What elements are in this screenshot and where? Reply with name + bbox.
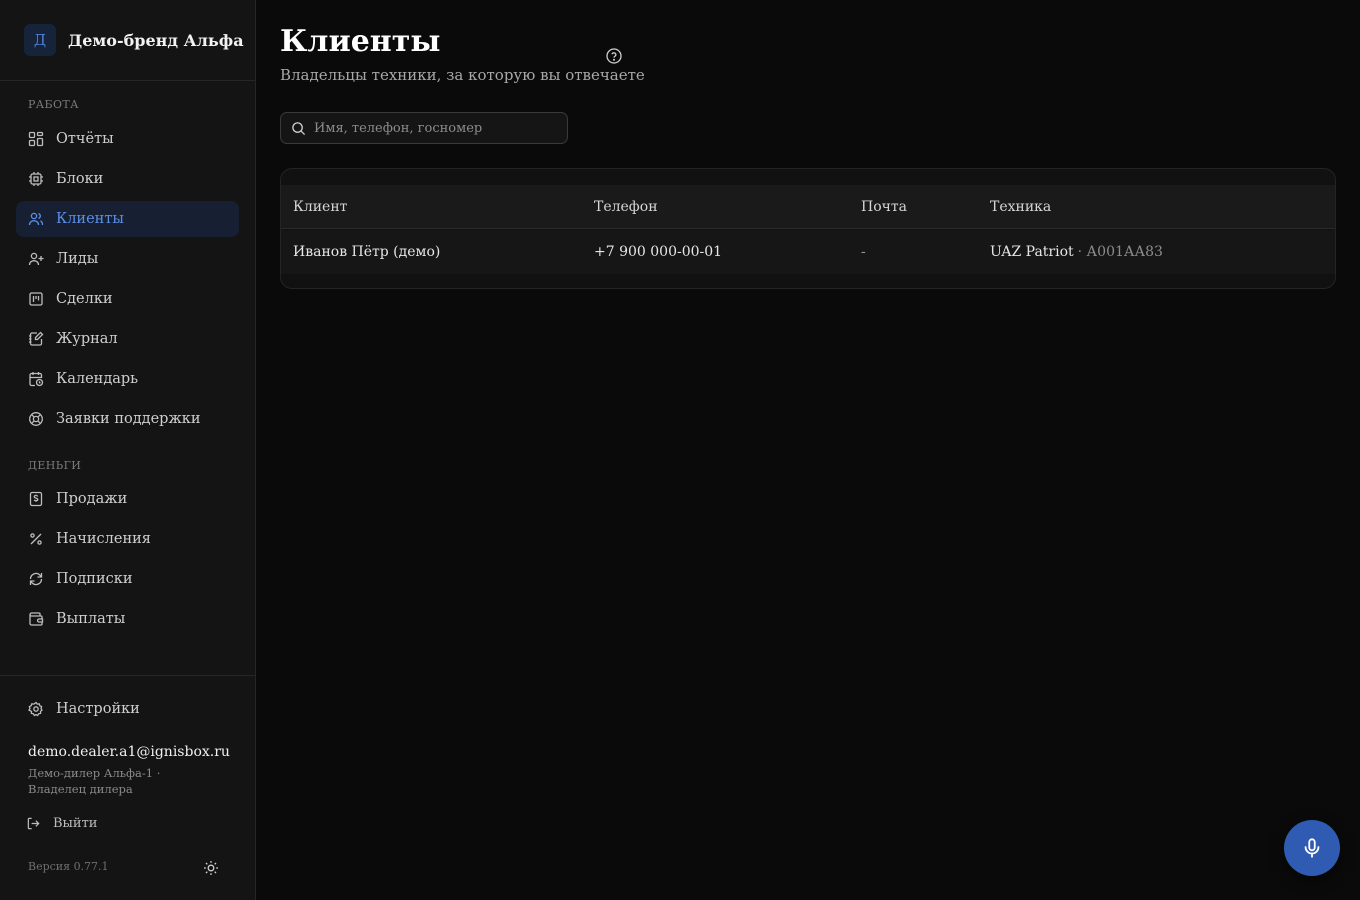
percent-icon [28,531,44,547]
sidebar-item-label: Заявки поддержки [56,411,201,427]
sidebar-item-label: Журнал [56,331,118,347]
sidebar-item-label: Календарь [56,371,139,387]
client-phone: +7 900 000-00-01 [594,244,723,260]
vehicle-model: UAZ Patriot [990,244,1074,260]
logout-button[interactable]: Выйти [26,816,97,831]
voice-input-button[interactable] [1284,820,1340,876]
life-buoy-icon [28,411,44,427]
sidebar-item-sales[interactable]: Продажи [16,481,239,517]
sun-icon [203,860,219,876]
sidebar-item-label: Блоки [56,171,104,187]
search-box [280,112,568,144]
column-header-phone[interactable]: Телефон [594,185,658,229]
sidebar-item-journal[interactable]: Журнал [16,321,239,357]
sidebar-item-payouts[interactable]: Выплаты [16,601,239,637]
sidebar-item-label: Подписки [56,571,133,587]
page-subtitle: Владельцы техники, за которую вы отвечае… [280,66,645,84]
sidebar-item-support[interactable]: Заявки поддержки [16,401,239,437]
chip-icon [28,171,44,187]
sidebar-item-settings[interactable]: Настройки [16,691,239,727]
user-role: Демо-дилер Альфа-1 · Владелец дилера [28,766,161,796]
user-email: demo.dealer.a1@ignisbox.ru [28,744,230,760]
app-version: Версия 0.77.1 [28,860,109,873]
notebook-pen-icon [28,331,44,347]
sidebar-item-label: Выплаты [56,611,126,627]
dashboard-icon [28,131,44,147]
sidebar-item-leads[interactable]: Лиды [16,241,239,277]
sidebar-item-label: Отчёты [56,131,114,147]
brand-name: Демо-бренд Альфа [68,30,244,50]
refresh-icon [28,571,44,587]
sidebar-item-label: Сделки [56,291,113,307]
sidebar-item-label: Продажи [56,491,128,507]
vehicle-plate: · А001АА83 [1077,244,1163,260]
logout-icon [26,816,41,831]
help-icon[interactable] [605,47,623,65]
wallet-icon [28,611,44,627]
client-name: Иванов Пётр (демо) [293,244,441,260]
theme-toggle-button[interactable] [201,858,221,878]
table-header: Клиент Телефон Почта Техника [281,185,1335,229]
search-icon [291,121,306,136]
table-row[interactable]: Иванов Пётр (демо) +7 900 000-00-01 - UA… [281,230,1335,274]
client-vehicle: UAZ Patriot · А001АА83 [990,230,1163,274]
sidebar-item-label: Лиды [56,251,99,267]
brand-avatar: Д [24,24,56,56]
clients-table: Клиент Телефон Почта Техника Иванов Пётр… [280,168,1336,289]
client-email: - [861,244,866,260]
sidebar-item-blocks[interactable]: Блоки [16,161,239,197]
sidebar-item-clients[interactable]: Клиенты [16,201,239,237]
calendar-clock-icon [28,371,44,387]
brand-header[interactable]: Д Демо-бренд Альфа [0,0,255,81]
sidebar-item-deals[interactable]: Сделки [16,281,239,317]
page-title: Клиенты [280,24,441,59]
user-plus-icon [28,251,44,267]
users-icon [28,211,44,227]
sidebar-item-label: Начисления [56,531,151,547]
logout-label: Выйти [53,816,98,831]
section-label-work: Работа [28,98,79,111]
kanban-icon [28,291,44,307]
sidebar-item-calendar[interactable]: Календарь [16,361,239,397]
receipt-dollar-icon [28,491,44,507]
sidebar-item-reports[interactable]: Отчёты [16,121,239,157]
search-input[interactable] [314,120,554,136]
microphone-icon [1301,837,1323,859]
sidebar-item-label: Настройки [56,701,140,717]
sidebar-item-subscriptions[interactable]: Подписки [16,561,239,597]
sidebar-item-accruals[interactable]: Начисления [16,521,239,557]
section-label-money: Деньги [28,459,82,472]
column-header-vehicle[interactable]: Техника [990,185,1051,229]
column-header-client[interactable]: Клиент [293,185,347,229]
sidebar: Д Демо-бренд Альфа Работа Отчёты Блоки К… [0,0,256,900]
column-header-email[interactable]: Почта [861,185,907,229]
sidebar-divider [0,675,255,676]
gear-icon [28,701,44,717]
sidebar-item-label: Клиенты [56,211,124,227]
